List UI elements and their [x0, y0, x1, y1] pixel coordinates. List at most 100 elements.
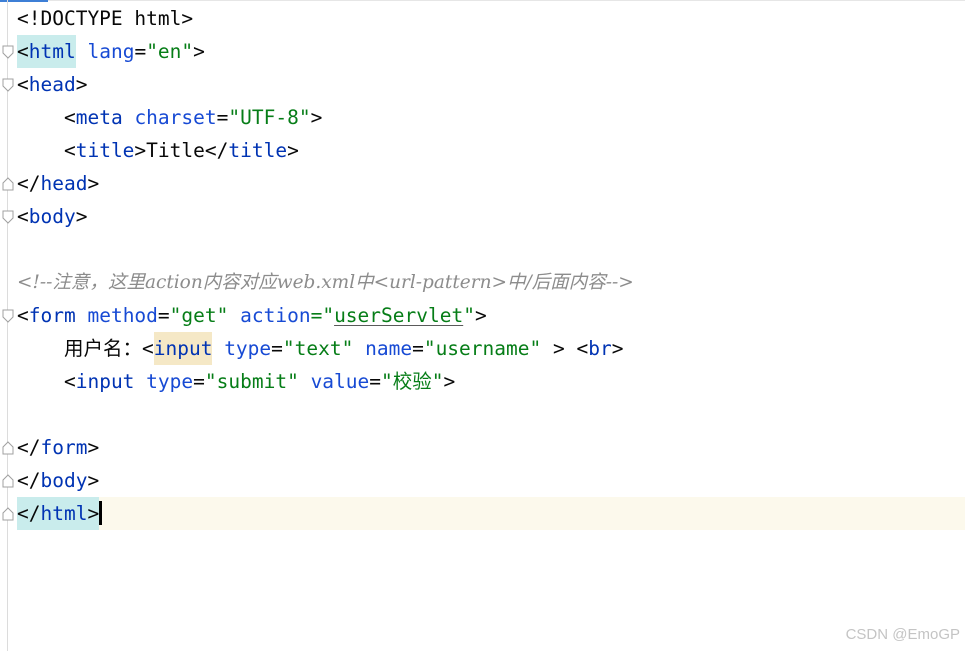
- fold-open-icon[interactable]: [1, 309, 15, 323]
- tag-bracket: >: [474, 304, 487, 327]
- fold-close-icon[interactable]: [1, 177, 15, 191]
- tag-bracket: </: [17, 172, 41, 195]
- tag-bracket: </: [17, 436, 41, 459]
- tag-name: head: [40, 172, 88, 195]
- tag-name: title: [228, 139, 288, 162]
- code-line-form-open[interactable]: <form method="get" action="userServlet">: [17, 299, 487, 332]
- quote-mark: ": [463, 304, 475, 327]
- equals-sign: =: [369, 370, 382, 393]
- equals-sign: =: [271, 337, 283, 360]
- attribute-name: action: [240, 304, 311, 327]
- attribute-value: "UTF-8": [228, 106, 311, 129]
- code-line-body-close[interactable]: </body>: [17, 464, 99, 497]
- tag-name: input: [153, 337, 213, 360]
- tag-bracket: >: [134, 139, 147, 162]
- equals-sign: =: [412, 337, 424, 360]
- tag-name: form: [40, 436, 88, 459]
- tag-name: head: [28, 73, 76, 96]
- tag-bracket: </: [17, 502, 41, 525]
- code-line-head-close[interactable]: </head>: [17, 167, 99, 200]
- tag-bracket: <: [576, 337, 589, 360]
- tag-name: br: [588, 337, 612, 360]
- fold-open-icon[interactable]: [1, 78, 15, 92]
- attribute-value: "text": [282, 337, 354, 360]
- equals-sign: =": [310, 304, 335, 327]
- tag-name: input: [75, 370, 135, 393]
- attribute-name: charset: [134, 106, 217, 129]
- tag-bracket: >: [287, 139, 299, 162]
- tag-bracket: >: [443, 370, 456, 393]
- brace-match-highlight: </html>: [17, 497, 100, 530]
- label-text: 用户名：: [63, 337, 142, 360]
- code-line-title[interactable]: <title>Title</title>: [17, 134, 299, 167]
- code-line-doctype[interactable]: <!DOCTYPE html>: [17, 2, 193, 35]
- code-line-comment[interactable]: <!--注意，这里action内容对应web.xml中<url-pattern>…: [17, 266, 634, 299]
- text-caret: [99, 500, 103, 525]
- attribute-name: value: [310, 370, 370, 393]
- title-text: Title: [146, 139, 205, 162]
- equals-sign: =: [193, 370, 205, 393]
- attribute-value: "username": [423, 337, 542, 360]
- tag-bracket: >: [611, 337, 624, 360]
- tag-name: html: [28, 40, 76, 63]
- code-line-html-open[interactable]: <html lang="en">: [17, 35, 205, 68]
- code-line-head-open[interactable]: <head>: [17, 68, 87, 101]
- tag-bracket: >: [75, 205, 88, 228]
- tag-bracket: <: [63, 370, 76, 393]
- code-line-meta[interactable]: <meta charset="UTF-8">: [17, 101, 322, 134]
- tag-bracket: <: [63, 106, 76, 129]
- brace-match-highlight: <html: [17, 35, 76, 68]
- tag-bracket: >: [87, 172, 100, 195]
- attribute-value: "en": [146, 40, 194, 63]
- tag-bracket: <: [17, 205, 29, 228]
- tag-bracket: >: [310, 106, 323, 129]
- attribute-name: lang: [87, 40, 135, 63]
- tag-bracket: >: [541, 337, 577, 360]
- tag-bracket: <: [17, 304, 29, 327]
- tag-name: html: [40, 502, 88, 525]
- tag-bracket: >: [75, 73, 88, 96]
- watermark: CSDN @EmoGP: [845, 626, 960, 643]
- code-line-input-submit[interactable]: <input type="submit" value="校验">: [17, 365, 455, 398]
- tag-name: meta: [75, 106, 123, 129]
- attribute-value: "校验": [381, 370, 444, 393]
- attribute-name: method: [87, 304, 158, 327]
- tag-bracket: <: [17, 40, 29, 63]
- inspection-warning-highlight[interactable]: input: [153, 332, 213, 365]
- tag-bracket: </: [204, 139, 229, 162]
- tag-name: body: [28, 205, 76, 228]
- code-line-body-open[interactable]: <body>: [17, 200, 87, 233]
- fold-close-icon[interactable]: [1, 441, 15, 455]
- tag-bracket: <: [141, 337, 154, 360]
- attribute-value: "submit": [204, 370, 299, 393]
- doctype-text: <!DOCTYPE html>: [17, 7, 194, 30]
- equals-sign: =: [216, 106, 229, 129]
- tag-name: form: [28, 304, 76, 327]
- tag-bracket: >: [87, 502, 100, 525]
- tag-bracket: <: [17, 73, 29, 96]
- tag-name: body: [40, 469, 88, 492]
- code-line-form-close[interactable]: </form>: [17, 431, 99, 464]
- tag-bracket: </: [17, 469, 41, 492]
- gutter-separator: [7, 0, 8, 651]
- fold-open-icon[interactable]: [1, 45, 15, 59]
- code-line-input-text[interactable]: 用户名：<input type="text" name="username" >…: [17, 332, 623, 365]
- code-line-html-close[interactable]: </html>: [17, 497, 103, 530]
- equals-sign: =: [134, 40, 147, 63]
- tag-name: title: [75, 139, 135, 162]
- code-editor[interactable]: <!DOCTYPE html> <html lang="en"> <head> …: [0, 0, 965, 651]
- fold-close-icon[interactable]: [1, 507, 15, 521]
- tag-bracket: >: [87, 469, 100, 492]
- attribute-value: "get": [169, 304, 229, 327]
- comment-text: <!--注意，这里action内容对应web.xml中<url-pattern>…: [17, 272, 634, 293]
- attribute-name: name: [365, 337, 413, 360]
- tag-bracket: <: [63, 139, 76, 162]
- attribute-name: type: [224, 337, 272, 360]
- tag-bracket: >: [193, 40, 205, 63]
- equals-sign: =: [157, 304, 170, 327]
- action-value-link[interactable]: userServlet: [334, 304, 463, 327]
- editor-top-border: [48, 0, 965, 1]
- tag-bracket: >: [87, 436, 100, 459]
- fold-open-icon[interactable]: [1, 210, 15, 224]
- fold-close-icon[interactable]: [1, 474, 15, 488]
